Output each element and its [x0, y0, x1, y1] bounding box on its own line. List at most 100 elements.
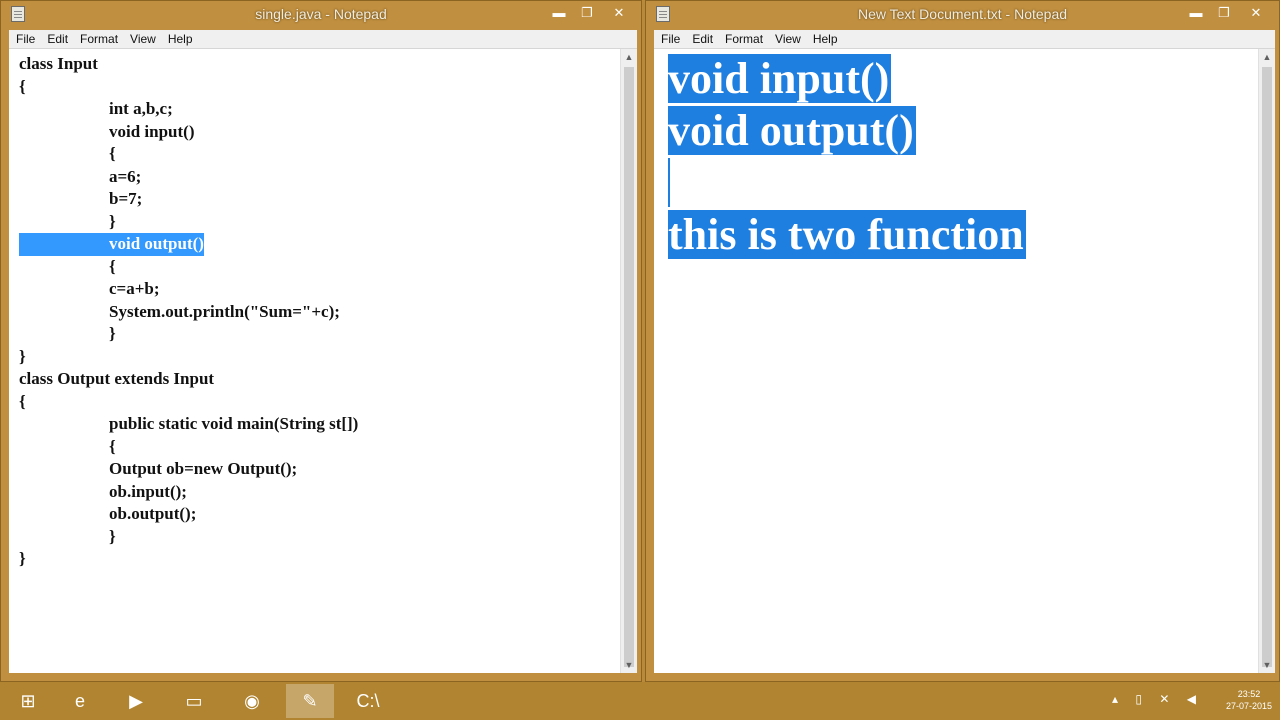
scroll-up-arrow-icon[interactable]: ▲	[621, 49, 637, 65]
taskbar: ⊞ e ▶ ▭ ◉ ✎ C:\ ▴ ▯ ✕ ◀ 23:52 27-07-2015	[0, 682, 1280, 720]
text-area[interactable]: class Input {int a,b,c; void input() {a=6; b…	[9, 48, 637, 673]
menu-format[interactable]: Format	[718, 30, 768, 46]
scroll-up-arrow-icon[interactable]: ▲	[1259, 49, 1275, 65]
media-player-icon[interactable]: ▶	[112, 684, 160, 718]
show-hidden-icons-icon[interactable]: ▴	[1112, 692, 1118, 706]
menu-bar: File Edit Format View Help	[654, 30, 1275, 48]
vertical-scrollbar[interactable]: ▲ ▼	[620, 49, 637, 673]
code-line[interactable]: System.out.println("Sum="+c);	[19, 301, 617, 324]
menu-bar: File Edit Format View Help	[9, 30, 637, 48]
menu-edit[interactable]: Edit	[685, 30, 718, 46]
scroll-thumb[interactable]	[624, 67, 634, 667]
volume-icon[interactable]: ◀	[1187, 692, 1196, 706]
clock[interactable]: 23:52 27-07-2015	[1226, 688, 1272, 712]
minimize-button[interactable]: ▬	[545, 3, 573, 23]
system-tray: ▴ ▯ ✕ ◀	[1112, 692, 1210, 706]
code-line[interactable]: {	[19, 436, 617, 459]
menu-view[interactable]: View	[768, 30, 806, 46]
code-line-text: {	[109, 144, 116, 163]
code-line-text: }	[109, 211, 116, 231]
maximize-button[interactable]: ❐	[1210, 3, 1238, 23]
code-line[interactable]: void input()	[19, 121, 617, 144]
close-button[interactable]: ✕	[605, 3, 633, 23]
code-line[interactable]: c=a+b;	[19, 278, 617, 301]
code-line-text: {	[19, 391, 26, 411]
code-line[interactable]: {	[19, 391, 617, 414]
document-line[interactable]: void input()	[668, 53, 1026, 105]
scroll-down-arrow-icon[interactable]: ▼	[621, 657, 637, 673]
code-line[interactable]: a=6;	[19, 166, 617, 189]
menu-view[interactable]: View	[123, 30, 161, 46]
code-line[interactable]: Output ob=new Output();	[19, 458, 617, 481]
document-text[interactable]: void input() void output() this is two fun…	[668, 53, 1026, 261]
selected-text: void output()	[668, 106, 916, 155]
code-line-text: {	[19, 76, 26, 96]
code-line-text: b=7;	[109, 189, 143, 208]
code-line-text: class Output extends Input	[19, 369, 215, 388]
code-text[interactable]: class Input {int a,b,c; void input() {a=6; b…	[19, 53, 617, 571]
title-bar[interactable]: single.java - Notepad ▬ ❐ ✕	[1, 1, 641, 29]
start-icon[interactable]: ⊞	[4, 684, 52, 718]
code-line-text: ob.output();	[109, 504, 197, 523]
selected-text	[668, 158, 670, 207]
menu-help[interactable]: Help	[806, 30, 843, 46]
maximize-button[interactable]: ❐	[573, 3, 601, 23]
network-icon[interactable]: ✕	[1159, 692, 1169, 706]
document-line[interactable]: void output()	[668, 105, 1026, 157]
code-line-text: ob.input();	[109, 481, 187, 501]
selected-text: void input()	[668, 54, 892, 103]
notepad-window-right[interactable]: New Text Document.txt - Notepad ▬ ❐ ✕ Fi…	[645, 0, 1280, 682]
code-line-text: c=a+b;	[109, 279, 160, 298]
internet-explorer-icon[interactable]: e	[56, 684, 104, 718]
code-line-text: a=6;	[109, 166, 142, 186]
document-line[interactable]	[668, 157, 1026, 209]
selected-text: this is two function	[668, 210, 1026, 259]
code-line[interactable]: int a,b,c;	[19, 98, 617, 121]
code-line[interactable]: }	[19, 323, 617, 346]
file-explorer-icon[interactable]: ▭	[170, 684, 218, 718]
code-line-text: {	[109, 436, 116, 456]
selection-highlight: void output()	[19, 233, 204, 256]
chrome-icon[interactable]: ◉	[228, 684, 276, 718]
vertical-scrollbar[interactable]: ▲ ▼	[1258, 49, 1275, 673]
menu-edit[interactable]: Edit	[40, 30, 73, 46]
code-line-text: System.out.println("Sum="+c);	[109, 301, 340, 321]
code-line-text: public static void main(String st[])	[109, 414, 359, 433]
code-line-text: }	[109, 324, 116, 343]
minimize-button[interactable]: ▬	[1182, 3, 1210, 23]
code-line[interactable]: {	[19, 143, 617, 166]
code-line[interactable]: }	[19, 526, 617, 549]
scroll-thumb[interactable]	[1262, 67, 1272, 667]
notepad-icon[interactable]: ✎	[286, 684, 334, 718]
code-line-text: }	[19, 346, 26, 366]
command-prompt-icon[interactable]: C:\	[344, 684, 392, 718]
code-line-text: void input()	[109, 121, 195, 141]
battery-icon[interactable]: ▯	[1135, 692, 1142, 706]
code-line[interactable]: b=7;	[19, 188, 617, 211]
menu-format[interactable]: Format	[73, 30, 123, 46]
code-line[interactable]: }	[19, 346, 617, 369]
code-line[interactable]: }	[19, 548, 617, 571]
text-area[interactable]: void input() void output() this is two fun…	[654, 48, 1275, 673]
code-line[interactable]: ob.output();	[19, 503, 617, 526]
menu-file[interactable]: File	[654, 30, 685, 46]
code-line[interactable]: public static void main(String st[])	[19, 413, 617, 436]
notepad-window-left[interactable]: single.java - Notepad ▬ ❐ ✕ File Edit Form…	[0, 0, 642, 682]
code-line-text: int a,b,c;	[109, 99, 173, 118]
code-line[interactable]: void output()	[19, 233, 617, 256]
scroll-down-arrow-icon[interactable]: ▼	[1259, 657, 1275, 673]
code-line[interactable]: {	[19, 76, 617, 99]
menu-file[interactable]: File	[9, 30, 40, 46]
menu-help[interactable]: Help	[161, 30, 198, 46]
code-line[interactable]: ob.input();	[19, 481, 617, 504]
code-line[interactable]: class Input	[19, 53, 617, 76]
code-line[interactable]: {	[19, 256, 617, 279]
document-line[interactable]: this is two function	[668, 209, 1026, 261]
close-button[interactable]: ✕	[1242, 3, 1270, 23]
code-line[interactable]: }	[19, 211, 617, 234]
title-bar[interactable]: New Text Document.txt - Notepad ▬ ❐ ✕	[646, 1, 1279, 29]
code-line[interactable]: class Output extends Input	[19, 368, 617, 391]
clock-time: 23:52	[1237, 689, 1261, 699]
code-line-text: void output()	[109, 234, 204, 253]
code-line-text: }	[109, 526, 116, 546]
